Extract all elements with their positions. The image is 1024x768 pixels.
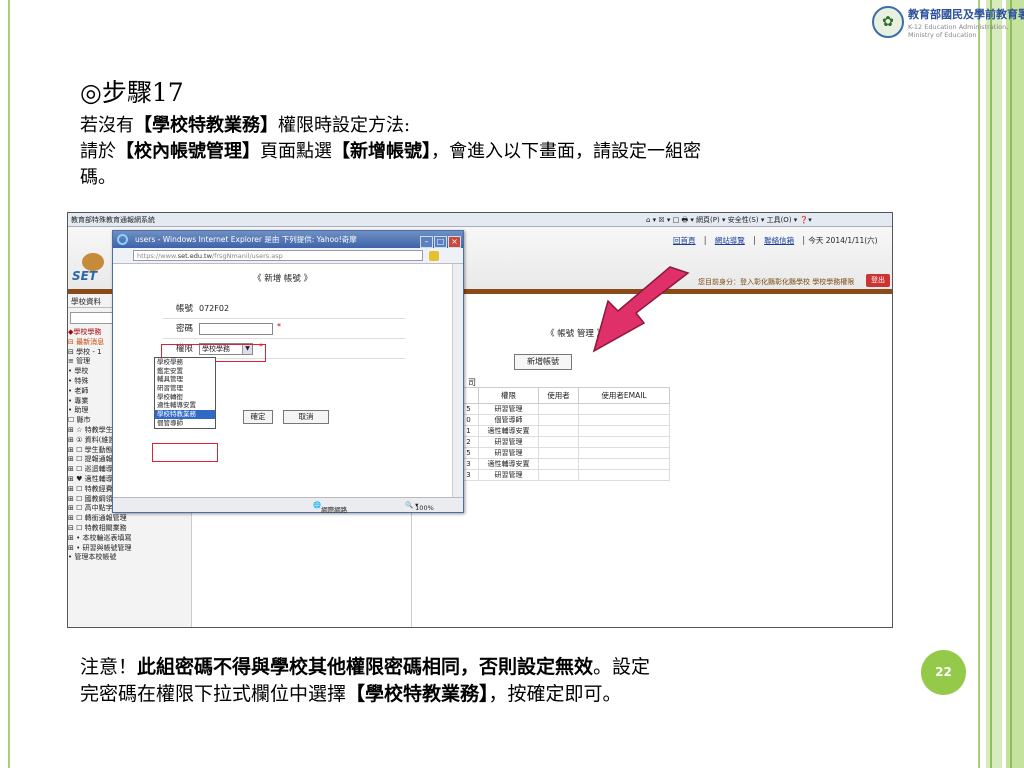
- table-row: 3 適性輔導安置: [458, 458, 670, 470]
- ministry-logo-subtitle: K-12 Education Administration,: [908, 23, 1009, 31]
- slide-right-stripe: [990, 0, 992, 768]
- account-label: 帳號: [175, 304, 193, 314]
- logout-button[interactable]: 登出: [866, 274, 890, 287]
- tree-item[interactable]: ⊟ ☐ 特教相關業務: [68, 524, 192, 534]
- table-empty-area: [411, 513, 671, 627]
- tree-item[interactable]: ⊞ • 研習與帳號管理: [68, 544, 192, 554]
- link-sitemap[interactable]: 網站導覽: [715, 236, 745, 245]
- link-home[interactable]: 回首頁: [673, 236, 696, 245]
- tree-item[interactable]: • 管理本校帳號: [68, 553, 192, 563]
- table-row: 3 研習管理: [458, 469, 670, 481]
- pointer-arrow-icon: [592, 266, 690, 353]
- dropdown-option[interactable]: 研習管理: [155, 384, 215, 393]
- ministry-seal-icon: ✿: [872, 6, 904, 38]
- website-page: SET 回首頁 │ 網站導覽 │ 聯絡信箱 │ 今天 2014/1/11(六) …: [68, 227, 892, 627]
- tree-item[interactable]: ⊞ ☐ 轉銜通報管理: [68, 514, 192, 524]
- embedded-screenshot: 教育部特殊教育通報網系統 ⌂ ▾ ☒ ▾ □ 🖶 ▾ 網頁(P) ▾ 安全性(S…: [67, 212, 893, 628]
- ministry-logo-subtitle: Ministry of Education: [908, 31, 977, 39]
- note-line-2: 完密碼在權限下拉式欄位中選擇【學校特教業務】，按確定即可。: [80, 683, 622, 705]
- table-header-user: 使用者: [538, 387, 579, 404]
- password-label: 密碼: [175, 324, 193, 334]
- account-row: 帳號 072F02: [163, 300, 405, 319]
- slide-right-stripe: [978, 0, 980, 768]
- page-number-badge: 22: [921, 650, 966, 695]
- table-row: 5 研習管理: [458, 403, 670, 415]
- confirm-button[interactable]: 確定: [243, 410, 273, 424]
- ie-command-bar: 教育部特殊教育通報網系統 ⌂ ▾ ☒ ▾ □ 🖶 ▾ 網頁(P) ▾ 安全性(S…: [68, 213, 892, 227]
- top-links: 回首頁 │ 網站導覽 │ 聯絡信箱 │ 今天 2014/1/11(六): [673, 236, 878, 245]
- note-line-1: 注意！此組密碼不得與學校其他權限密碼相同，否則設定無效。設定: [80, 656, 651, 678]
- table-header-email: 使用者EMAIL: [578, 387, 670, 404]
- ie-toolbar-buttons[interactable]: ⌂ ▾ ☒ ▾ □ 🖶 ▾ 網頁(P) ▾ 安全性(S) ▾ 工具(O) ▾ ❓…: [646, 215, 812, 227]
- table-row: 2 研習管理: [458, 436, 670, 448]
- required-star: *: [277, 322, 281, 331]
- popup-scrollbar[interactable]: [452, 264, 463, 499]
- user-info: 您目前身分：登入彰化縣彰化縣學校 學校學務權限: [698, 278, 855, 286]
- table-header-role: 權限: [478, 387, 539, 404]
- slide-left-border: [8, 0, 10, 768]
- lock-icon[interactable]: [429, 251, 439, 261]
- instruction-line-1: 若沒有【學校特教業務】權限時設定方法:: [80, 115, 411, 136]
- table-row: 5 研習管理: [458, 447, 670, 459]
- dropdown-option[interactable]: 適性輔導安置: [155, 401, 215, 410]
- ie-icon: [117, 234, 128, 245]
- close-icon[interactable]: ×: [448, 236, 461, 248]
- minimize-icon[interactable]: –: [420, 236, 433, 248]
- dropdown-option[interactable]: 個管導師: [155, 419, 215, 428]
- status-zoom[interactable]: 🔍 100% ▾: [405, 501, 434, 512]
- popup-url-field[interactable]: https://www.set.edu.tw/frsgNmanil/users.…: [133, 250, 423, 261]
- ie-tab-title[interactable]: 教育部特殊教育通報網系統: [71, 215, 155, 225]
- tree-item[interactable]: ⊞ • 本校輪巡表填寫: [68, 534, 192, 544]
- dropdown-option[interactable]: 輔具管理: [155, 375, 215, 384]
- account-value: 072F02: [199, 304, 230, 313]
- slide-right-stripe: [1010, 0, 1012, 768]
- slide-title: ◎步驟17: [80, 78, 184, 107]
- cancel-button[interactable]: 取消: [283, 410, 329, 424]
- add-account-button[interactable]: 新增帳號: [514, 354, 572, 370]
- dropdown-option-selected[interactable]: 學校特教業務: [155, 410, 215, 419]
- set-logo[interactable]: SET: [72, 253, 114, 283]
- password-input[interactable]: [199, 323, 273, 335]
- table-row: 1 適性輔導安置: [458, 425, 670, 437]
- today-date: 今天 2014/1/11(六): [808, 236, 878, 245]
- ministry-logo: ✿ 教育部國民及學前教育署 K-12 Education Administrat…: [872, 4, 1024, 52]
- popup-status-bar: 🌐 網際網路 🔍 100% ▾: [113, 497, 463, 514]
- table-row: 0 個管導師: [458, 414, 670, 426]
- popup-heading: 《 新增 帳號 》: [253, 274, 313, 284]
- popup-title-bar[interactable]: users - Windows Internet Explorer 是由 下列提…: [113, 231, 463, 248]
- instruction-line-2: 請於【校內帳號管理】頁面點選【新增帳號】，會進入以下畫面，請設定一組密: [80, 141, 701, 162]
- link-contact[interactable]: 聯絡信箱: [764, 236, 794, 245]
- popup-address-bar: https://www.set.edu.tw/frsgNmanil/users.…: [113, 248, 463, 264]
- maximize-icon[interactable]: □: [434, 236, 447, 248]
- account-table: 權限 使用者 使用者EMAIL 5 研習管理 0 個管導師 1 適性輔導安置 2 研習管…: [458, 387, 670, 481]
- option-highlight-box: [152, 443, 218, 462]
- instruction-line-3: 碼。: [80, 167, 116, 188]
- slide-right-stripe: [1006, 0, 1024, 768]
- dropdown-option[interactable]: 學校學務: [155, 358, 215, 367]
- status-zone: 🌐 網際網路: [313, 501, 348, 514]
- password-row: 密碼 *: [163, 320, 405, 339]
- slide-right-stripe: [986, 0, 1002, 768]
- ministry-logo-title: 教育部國民及學前教育署: [908, 8, 1024, 21]
- role-dropdown-list: 學校學務 鑑定安置 輔具管理 研習管理 學校轉銜 適性輔導安置 學校特教業務 個…: [154, 357, 216, 429]
